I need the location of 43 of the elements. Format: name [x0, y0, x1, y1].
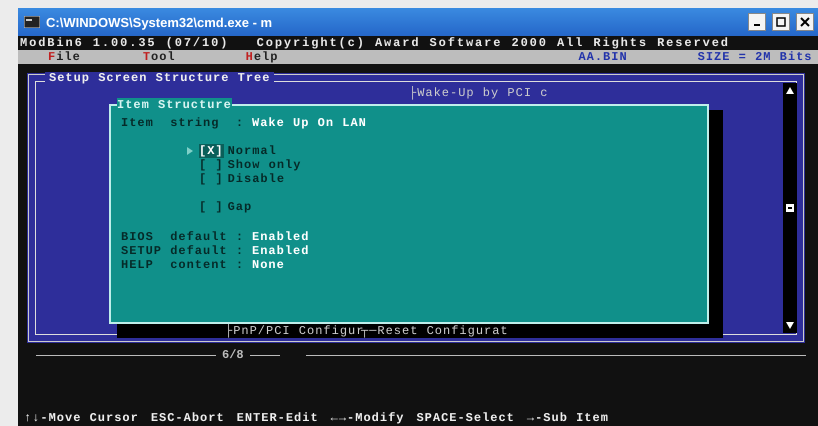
menu-item[interactable]: Tool: [142, 50, 176, 64]
window-title: C:\WINDOWS\System32\cmd.exe - m: [46, 14, 274, 30]
shortcut-hint: ENTER-Edit: [236, 411, 319, 425]
field-label: HELP content :: [121, 258, 244, 272]
option-checkbox[interactable]: [ ]: [199, 200, 224, 214]
option-label: Show only: [228, 158, 302, 172]
shortcut-hint: ←→-Modify: [330, 411, 404, 425]
option-checkbox[interactable]: [X]: [199, 144, 224, 158]
option-label: Disable: [228, 172, 286, 186]
console-icon: [24, 16, 40, 28]
option-checkbox[interactable]: [ ]: [199, 172, 224, 186]
item-value: Wake Up On LAN: [252, 116, 367, 130]
item-label: Item string :: [121, 116, 244, 130]
option-label: Normal: [228, 144, 277, 158]
field-value: Enabled: [252, 244, 310, 258]
close-button[interactable]: [796, 13, 814, 31]
close-icon: [800, 17, 810, 27]
scroll-up-icon[interactable]: [786, 87, 794, 94]
minimize-button[interactable]: [748, 13, 766, 31]
field-value: Enabled: [252, 230, 310, 244]
menu-item[interactable]: Help: [246, 50, 278, 64]
field-label: BIOS default :: [121, 230, 244, 244]
page-indicator: 6/8: [222, 348, 244, 362]
panel-title: Setup Screen Structure Tree: [45, 72, 274, 84]
option-checkbox[interactable]: [ ]: [199, 158, 224, 172]
tree-node[interactable]: ├Wake-Up by PCI c: [409, 87, 548, 99]
field-value: None: [252, 258, 285, 272]
scrollbar[interactable]: [783, 83, 797, 333]
shortcut-hint: ESC-Abort: [150, 411, 225, 425]
shortcut-hint: SPACE-Select: [416, 411, 515, 425]
scroll-down-icon[interactable]: [786, 322, 794, 329]
scroll-thumb-icon[interactable]: [786, 204, 794, 212]
shortcut-hint: ↑↓-Move Cursor: [24, 411, 139, 425]
menu-item[interactable]: File: [48, 50, 81, 64]
maximize-icon: [776, 17, 786, 27]
header-text: ModBin6 1.00.35 (07/10) Copyright(c) Award Software 2000 All Rights Reserved: [19, 36, 731, 50]
status-text: SIZE = 2M Bits: [698, 50, 812, 64]
field-label: SETUP default :: [121, 244, 244, 258]
shortcut-hint: →-Sub Item: [526, 411, 609, 425]
maximize-button[interactable]: [772, 13, 790, 31]
option-label: Gap: [228, 200, 252, 214]
tree-node[interactable]: ┬─Reset Configurat: [361, 325, 509, 337]
status-text: AA.BIN: [578, 50, 628, 64]
